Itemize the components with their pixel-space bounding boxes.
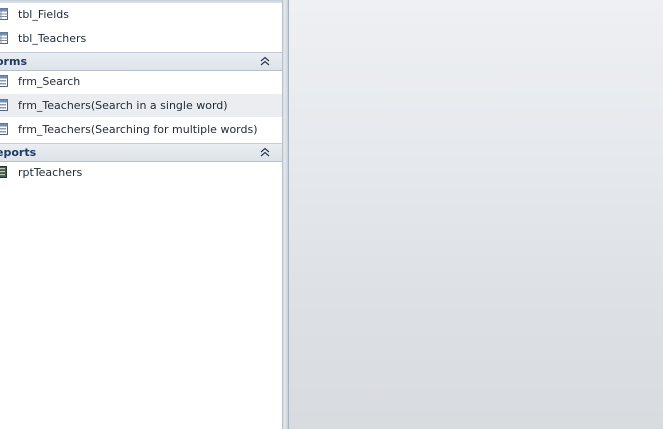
group-header-reports[interactable]: eports (0, 143, 282, 162)
document-workspace (289, 0, 663, 429)
nav-item-label: frm_Teachers(Search in a single word) (18, 99, 228, 112)
nav-item-label: frm_Search (18, 75, 81, 88)
nav-item-label: frm_Teachers(Searching for multiple word… (18, 123, 258, 136)
nav-item-tbl-fields[interactable]: tbl_Fields (0, 3, 282, 26)
report-icon (0, 166, 7, 178)
group-label-reports: eports (0, 146, 37, 159)
nav-item-label: rptTeachers (18, 166, 83, 179)
nav-item-frm-teachers-single[interactable]: frm_Teachers(Search in a single word) (0, 94, 282, 117)
nav-item-label: tbl_Fields (18, 8, 69, 21)
nav-item-rpt-teachers[interactable]: rptTeachers (0, 161, 282, 184)
group-label-forms: orms (0, 55, 27, 68)
table-icon (0, 8, 8, 20)
form-icon (0, 123, 8, 135)
form-icon (0, 99, 8, 111)
double-chevron-up-icon[interactable] (258, 55, 272, 68)
navigation-pane: tbl_Fields tbl_Teachers orms (0, 0, 282, 429)
table-icon (0, 32, 8, 44)
nav-item-tbl-teachers[interactable]: tbl_Teachers (0, 27, 282, 50)
double-chevron-up-icon[interactable] (258, 146, 272, 159)
nav-item-frm-teachers-multiple[interactable]: frm_Teachers(Searching for multiple word… (0, 118, 282, 141)
group-header-forms[interactable]: orms (0, 52, 282, 71)
nav-item-frm-search[interactable]: frm_Search (0, 70, 282, 93)
form-icon (0, 75, 8, 87)
access-window: tbl_Fields tbl_Teachers orms (0, 0, 663, 429)
nav-item-label: tbl_Teachers (18, 32, 87, 45)
